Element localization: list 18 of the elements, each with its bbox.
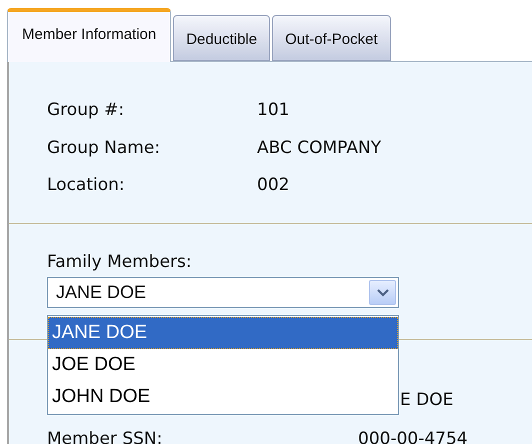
field-label: Family Members: xyxy=(47,250,192,274)
chevron-down-icon xyxy=(369,280,396,305)
family-members-dropdown[interactable]: JANE DOE xyxy=(47,277,399,308)
field-value: 000-00-4754 xyxy=(358,428,468,444)
field-label: Member SSN: xyxy=(47,428,164,444)
tab[interactable]: Deductible xyxy=(173,15,270,61)
field-value: E DOE xyxy=(400,388,454,412)
field-value: 101 xyxy=(257,99,290,122)
tab[interactable]: Member Information xyxy=(7,8,172,62)
field-label: Group #: xyxy=(47,99,126,122)
dropdown-option[interactable]: JOHN DOE xyxy=(48,380,398,412)
field-label: Location: xyxy=(47,174,126,197)
field-value: 002 xyxy=(257,174,290,197)
tab[interactable]: Out-of-Pocket xyxy=(272,15,391,61)
field-label: Group Name: xyxy=(47,136,162,160)
dropdown-option[interactable]: JOE DOE xyxy=(48,348,398,380)
dropdown-option[interactable]: JANE DOE xyxy=(48,316,398,348)
field-value: ABC COMPANY xyxy=(257,136,382,160)
